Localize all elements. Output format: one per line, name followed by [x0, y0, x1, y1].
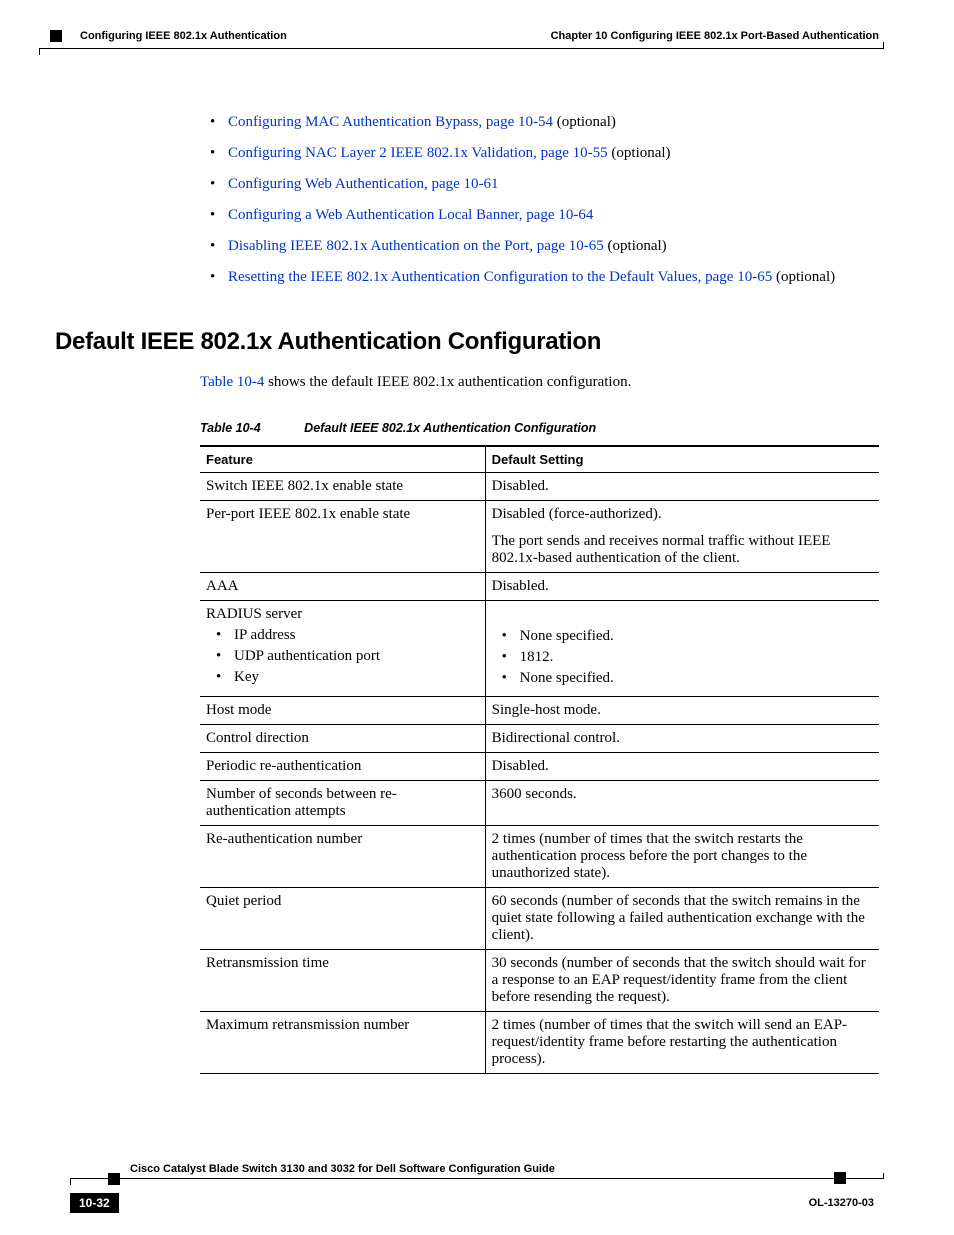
- cell-default: The port sends and receives normal traff…: [485, 528, 879, 573]
- cell-feature: Quiet period: [200, 888, 485, 950]
- cell-default: Disabled.: [485, 473, 879, 501]
- toc-item: Disabling IEEE 802.1x Authentication on …: [200, 236, 879, 257]
- radius-sub: Key: [206, 669, 479, 686]
- cell-feature: Switch IEEE 802.1x enable state: [200, 473, 485, 501]
- toc-suffix: (optional): [553, 114, 616, 130]
- toc-item: Configuring Web Authentication, page 10-…: [200, 174, 879, 195]
- config-table: Feature Default Setting Switch IEEE 802.…: [200, 445, 879, 1074]
- toc-suffix: (optional): [604, 238, 667, 254]
- cell-feature: Periodic re-authentication: [200, 753, 485, 781]
- toc-link[interactable]: Configuring a Web Authentication Local B…: [228, 207, 593, 223]
- section-heading: Default IEEE 802.1x Authentication Confi…: [55, 328, 879, 356]
- cell-default: 2 times (number of times that the switch…: [485, 826, 879, 888]
- table-row: Quiet period60 seconds (number of second…: [200, 888, 879, 950]
- cell-feature: Per-port IEEE 802.1x enable state: [200, 501, 485, 529]
- radius-default: 1812.: [492, 649, 873, 666]
- table-row: RADIUS server IP address UDP authenticat…: [200, 601, 879, 697]
- col-feature: Feature: [200, 446, 485, 473]
- table-row: Maximum retransmission number2 times (nu…: [200, 1012, 879, 1074]
- radius-sub: IP address: [206, 627, 479, 644]
- toc-link[interactable]: Configuring Web Authentication, page 10-…: [228, 176, 499, 192]
- header-chapter-label: Chapter 10 Configuring IEEE 802.1x Port-…: [551, 30, 879, 42]
- header-square-icon: [50, 30, 62, 42]
- toc-item: Configuring a Web Authentication Local B…: [200, 205, 879, 226]
- toc-item: Configuring MAC Authentication Bypass, p…: [200, 112, 879, 133]
- table-row: Switch IEEE 802.1x enable stateDisabled.: [200, 473, 879, 501]
- doc-id: OL-13270-03: [809, 1197, 874, 1209]
- cell-feature: Maximum retransmission number: [200, 1012, 485, 1074]
- footer-title: Cisco Catalyst Blade Switch 3130 and 303…: [130, 1163, 555, 1175]
- col-default: Default Setting: [485, 446, 879, 473]
- table-row: Periodic re-authenticationDisabled.: [200, 753, 879, 781]
- cell-default: 3600 seconds.: [485, 781, 879, 826]
- table-row: Per-port IEEE 802.1x enable stateDisable…: [200, 501, 879, 529]
- header-section-label: Configuring IEEE 802.1x Authentication: [80, 30, 287, 42]
- cell-feature: RADIUS server IP address UDP authenticat…: [200, 601, 485, 697]
- cell-feature: Re-authentication number: [200, 826, 485, 888]
- cell-default: 2 times (number of times that the switch…: [485, 1012, 879, 1074]
- cell-feature: Host mode: [200, 697, 485, 725]
- cell-feature: AAA: [200, 573, 485, 601]
- toc-suffix: (optional): [772, 269, 835, 285]
- caption-number: Table 10-4: [200, 421, 261, 435]
- radius-default: None specified.: [492, 670, 873, 687]
- toc-link[interactable]: Configuring NAC Layer 2 IEEE 802.1x Vali…: [228, 145, 608, 161]
- toc-item: Configuring NAC Layer 2 IEEE 802.1x Vali…: [200, 143, 879, 164]
- caption-title: Default IEEE 802.1x Authentication Confi…: [304, 421, 596, 435]
- table-row: Host modeSingle-host mode.: [200, 697, 879, 725]
- table-row: Number of seconds between re-authenticat…: [200, 781, 879, 826]
- intro-text: shows the default IEEE 802.1x authentica…: [264, 374, 631, 390]
- cell-default: Disabled (force-authorized).: [485, 501, 879, 529]
- cell-default: 60 seconds (number of seconds that the s…: [485, 888, 879, 950]
- cell-default: Disabled.: [485, 573, 879, 601]
- footer-square-icon: [834, 1172, 846, 1184]
- cell-feature: Retransmission time: [200, 950, 485, 1012]
- table-row: Retransmission time30 seconds (number of…: [200, 950, 879, 1012]
- toc-suffix: (optional): [608, 145, 671, 161]
- toc-item: Resetting the IEEE 802.1x Authentication…: [200, 267, 879, 288]
- cell-default: Bidirectional control.: [485, 725, 879, 753]
- intro-link[interactable]: Table 10-4: [200, 374, 264, 390]
- intro-paragraph: Table 10-4 shows the default IEEE 802.1x…: [200, 374, 879, 391]
- page-header: Configuring IEEE 802.1x Authentication C…: [0, 0, 954, 42]
- radius-sub: UDP authentication port: [206, 648, 479, 665]
- toc-link[interactable]: Resetting the IEEE 802.1x Authentication…: [228, 269, 772, 285]
- cell-default: 30 seconds (number of seconds that the s…: [485, 950, 879, 1012]
- table-caption: Table 10-4 Default IEEE 802.1x Authentic…: [200, 421, 879, 435]
- table-row: AAADisabled.: [200, 573, 879, 601]
- table-row: Control directionBidirectional control.: [200, 725, 879, 753]
- cell-default: None specified. 1812. None specified.: [485, 601, 879, 697]
- page-number: 10-32: [70, 1193, 119, 1213]
- toc-link[interactable]: Disabling IEEE 802.1x Authentication on …: [228, 238, 604, 254]
- table-row: The port sends and receives normal traff…: [200, 528, 879, 573]
- cell-default: Single-host mode.: [485, 697, 879, 725]
- toc-link[interactable]: Configuring MAC Authentication Bypass, p…: [228, 114, 553, 130]
- footer-square-icon: [108, 1173, 120, 1185]
- table-row: Re-authentication number2 times (number …: [200, 826, 879, 888]
- cell-feature: Number of seconds between re-authenticat…: [200, 781, 485, 826]
- toc-list: Configuring MAC Authentication Bypass, p…: [200, 112, 879, 288]
- radius-default: None specified.: [492, 628, 873, 645]
- radius-label: RADIUS server: [206, 606, 302, 622]
- cell-default: Disabled.: [485, 753, 879, 781]
- cell-feature: Control direction: [200, 725, 485, 753]
- cell-feature: [200, 528, 485, 573]
